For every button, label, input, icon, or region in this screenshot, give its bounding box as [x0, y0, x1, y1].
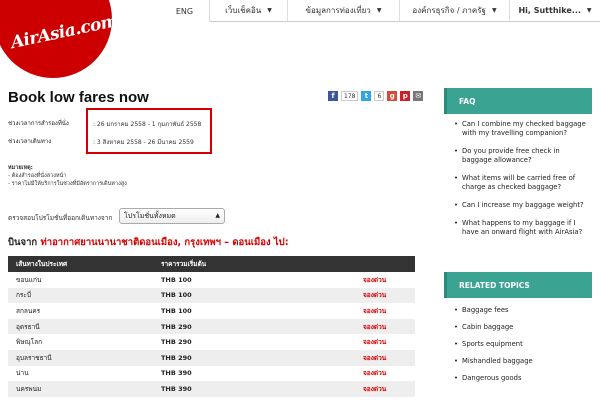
- fare-row: กระบี่ THB 100 จองด่วน: [8, 287, 415, 304]
- nav-travel-info[interactable]: ข้อมูลการท่องเที่ยว ▼: [288, 0, 400, 22]
- col-route-header: เส้นทางในประเทศ: [8, 256, 153, 272]
- caret-down-icon: ▼: [586, 7, 592, 14]
- fare-row: พิษณุโลก THB 290 จองด่วน: [8, 334, 415, 350]
- caret-down-icon: ▼: [376, 7, 382, 14]
- route-price: THB 290: [153, 318, 283, 335]
- caret-down-icon: ▼: [491, 7, 497, 14]
- route-price: THB 390: [161, 369, 192, 378]
- faq-item[interactable]: What items will be carried free of charg…: [454, 174, 586, 192]
- travel-period-value: : 3 สิงหาคม 2558 - 26 มีนาคม 2559: [93, 139, 194, 146]
- book-now-link[interactable]: จองด่วน: [283, 318, 415, 335]
- notes: หมายเหตุ: - ต้องสำรองที่นั่งล่วงหน้า - ร…: [8, 164, 127, 188]
- book-now-link[interactable]: จองด่วน: [283, 366, 415, 382]
- promo-origin-select[interactable]: โปรโมชั่นทั้งหมด ▲: [119, 208, 225, 224]
- book-now-link[interactable]: จองด่วน: [283, 272, 415, 288]
- fare-row: อุดรธานี THB 290 จองด่วน: [8, 318, 415, 335]
- notes-line: - ราคาไม่มีให้บริการในช่วงที่มีอัตราการเ…: [8, 181, 127, 187]
- booking-period-value: : 26 มกราคม 2558 - 1 กุมภาพันธ์ 2558: [93, 121, 202, 128]
- notes-line: - ต้องสำรองที่นั่งล่วงหน้า: [8, 173, 67, 179]
- notes-title: หมายเหตุ:: [8, 165, 33, 171]
- faq-item[interactable]: Do you provide free check in baggage all…: [454, 147, 586, 165]
- fare-row: นครพนม THB 390 จองด่วน: [8, 381, 415, 397]
- pinterest-icon[interactable]: p: [400, 91, 411, 101]
- related-topic-item[interactable]: Baggage fees: [454, 306, 586, 315]
- route-price: THB 290: [153, 349, 283, 366]
- nav-user-menu[interactable]: Hi, Sutthike... ▼: [510, 0, 600, 22]
- page-title: Book low fares now: [8, 89, 149, 106]
- fare-row: น่าน THB 390 จองด่วน: [8, 366, 415, 382]
- col-price-header: ราคารวมเริ่มต้น: [153, 256, 283, 272]
- fare-row: ขอนแก่น THB 100 จองด่วน: [8, 272, 415, 288]
- nav-language[interactable]: ENG: [160, 0, 210, 22]
- date-highlight-box: [86, 108, 212, 154]
- fare-row: สกลนคร THB 100 จองด่วน: [8, 303, 415, 319]
- route-price: THB 390: [153, 381, 283, 397]
- select-arrows-icon: ▲: [215, 212, 220, 219]
- route-city: อุดรธานี: [8, 318, 153, 335]
- book-now-link[interactable]: จองด่วน: [283, 303, 415, 319]
- route-city: อุบลราชธานี: [8, 349, 153, 366]
- caret-down-icon: ▼: [267, 7, 272, 14]
- faq-item[interactable]: What happens to my baggage if I have an …: [454, 219, 586, 237]
- related-topic-item[interactable]: Sports equipment: [454, 340, 586, 349]
- book-now-link[interactable]: จองด่วน: [283, 287, 415, 304]
- book-now-link[interactable]: จองด่วน: [283, 334, 415, 350]
- route-city: ขอนแก่น: [16, 275, 42, 284]
- twitter-count: 6: [374, 91, 385, 101]
- fly-from-heading: บินจาก ท่าอากาศยานนานาชาติดอนเมือง, กรุง…: [8, 237, 289, 248]
- googleplus-icon[interactable]: g: [387, 91, 398, 101]
- faq-panel: FAQ Can I combine my checked baggage wit…: [444, 88, 592, 246]
- route-price: THB 290: [161, 338, 192, 347]
- fare-table: เส้นทางในประเทศ ราคารวมเริ่มต้น ขอนแก่น T…: [8, 256, 415, 400]
- related-topic-item[interactable]: Dangerous goods: [454, 374, 586, 383]
- nav-corporate[interactable]: องค์กรธุรกิจ / ภาครัฐ ▼: [400, 0, 510, 22]
- social-share: f 178 t 6 g p ✉: [328, 91, 424, 101]
- related-topics-panel: RELATED TOPICS Baggage fees Cabin baggage…: [444, 272, 592, 391]
- nav-web-checkin[interactable]: เว็บเช็คอิน ▼: [210, 0, 288, 22]
- fare-row: อุบลราชธานี THB 290 จองด่วน: [8, 349, 415, 366]
- related-topics-title: RELATED TOPICS: [444, 272, 592, 298]
- route-city: น่าน: [16, 369, 29, 378]
- facebook-count: 178: [341, 91, 359, 101]
- faq-item[interactable]: Can I combine my checked baggage with my…: [454, 120, 586, 138]
- related-topic-item[interactable]: Mishandled baggage: [454, 357, 586, 366]
- related-topic-item[interactable]: Cabin baggage: [454, 323, 586, 332]
- route-city: สกลนคร: [16, 306, 41, 315]
- faq-item[interactable]: Can I increase my baggage weight?: [454, 201, 586, 210]
- booking-period-label: ช่วงเวลาการสำรองที่นั่ง: [8, 120, 69, 127]
- book-now-link[interactable]: จองด่วน: [283, 381, 415, 397]
- faq-title: FAQ: [444, 88, 592, 114]
- airasia-logo[interactable]: AirAsia.com: [0, 0, 112, 78]
- email-icon[interactable]: ✉: [413, 91, 424, 101]
- route-city: นครพนม: [8, 381, 153, 397]
- book-now-link[interactable]: จองด่วน: [283, 349, 415, 366]
- facebook-icon[interactable]: f: [328, 91, 338, 101]
- route-city: พิษณุโลก: [16, 338, 43, 347]
- route-price: THB 100: [161, 275, 192, 284]
- travel-period-label: ช่วงเวลาเดินทาง: [8, 138, 52, 145]
- check-promo-label: ตรวจสอบโปรโมชั่นที่ออกเดินทางจาก: [8, 214, 113, 222]
- route-price: THB 100: [161, 306, 192, 315]
- col-book-header: [283, 256, 415, 272]
- route-price: THB 100: [153, 287, 283, 304]
- top-nav: ENG เว็บเช็คอิน ▼ ข้อมูลการท่องเที่ยว ▼ อง…: [160, 0, 600, 22]
- route-city: กระบี่: [8, 287, 153, 304]
- twitter-icon[interactable]: t: [361, 91, 372, 101]
